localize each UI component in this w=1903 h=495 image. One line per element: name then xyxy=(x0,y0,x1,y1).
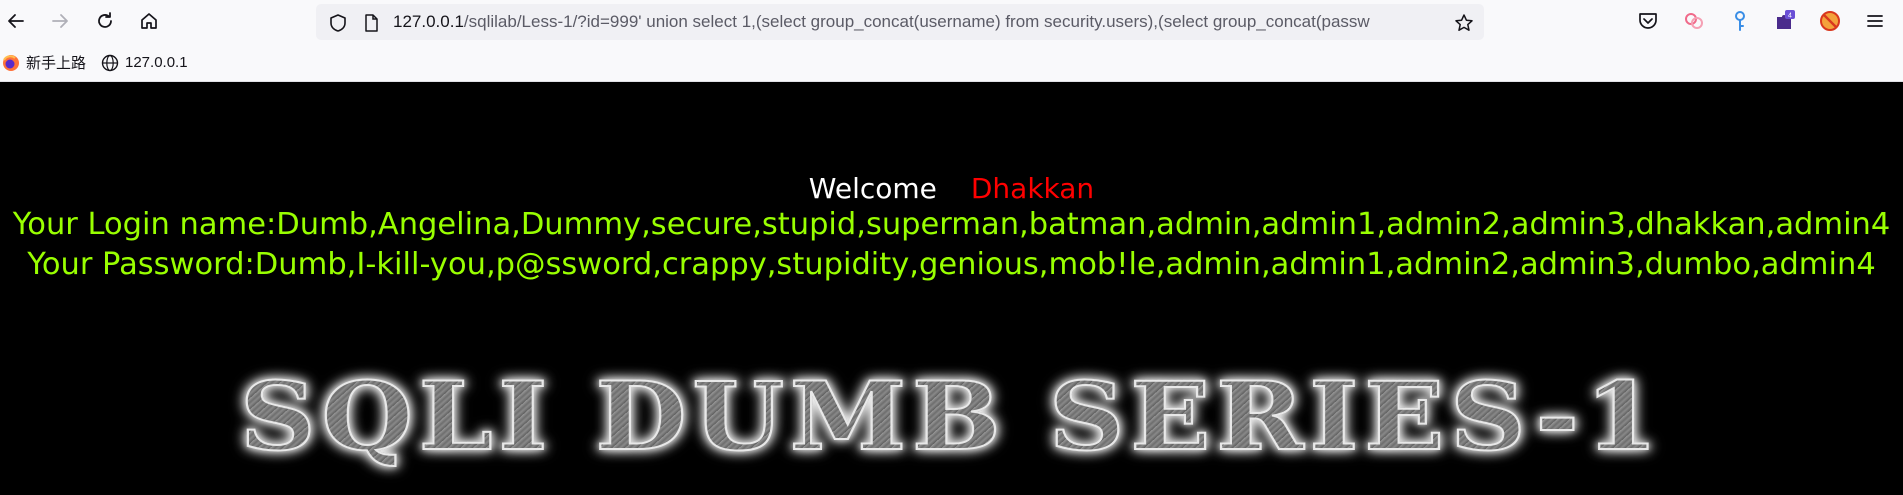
url-text[interactable]: 127.0.0.1/sqlilab/Less-1/?id=999' union … xyxy=(393,4,1433,40)
forward-arrow-icon xyxy=(52,14,68,28)
block-extension-icon[interactable] xyxy=(1819,10,1841,32)
reload-icon xyxy=(98,12,112,28)
bookmark-label: 127.0.0.1 xyxy=(125,54,188,71)
url-path: /sqlilab/Less-1/?id=999' union select 1,… xyxy=(463,12,1370,31)
home-button[interactable] xyxy=(134,6,164,36)
key-extension-icon[interactable] xyxy=(1729,10,1751,32)
welcome-text: Welcome xyxy=(808,172,937,205)
back-button[interactable] xyxy=(1,6,31,36)
bookmark-item[interactable]: 新手上路 xyxy=(2,43,86,82)
back-arrow-icon xyxy=(8,14,24,28)
url-fade xyxy=(1396,4,1436,40)
forward-button[interactable] xyxy=(45,6,75,36)
username-text: Dhakkan xyxy=(970,172,1095,205)
banner-image: SQLI DUMB SERIES-1 xyxy=(0,361,1903,473)
menu-icon[interactable] xyxy=(1864,10,1886,32)
welcome-message: Welcome Dhakkan xyxy=(0,172,1903,205)
puzzle-extension-icon[interactable]: 4 xyxy=(1774,10,1796,32)
pocket-icon[interactable] xyxy=(1637,10,1659,32)
banner-title: SQLI DUMB SERIES-1 xyxy=(238,361,1664,473)
password-result: Your Password:Dumb,I-kill-you,p@ssword,c… xyxy=(27,247,1876,282)
bookmark-star-icon[interactable] xyxy=(1454,13,1474,33)
bookmark-label: 新手上路 xyxy=(26,55,87,72)
firefox-icon xyxy=(3,54,19,71)
page-content: Welcome Dhakkan Your Login name:Dumb,Ange… xyxy=(0,82,1903,495)
reload-button[interactable] xyxy=(90,6,120,36)
globe-icon xyxy=(101,54,119,71)
url-host: 127.0.0.1 xyxy=(393,12,464,31)
page-info-icon[interactable] xyxy=(361,13,381,33)
extension-badge-count: 4 xyxy=(1788,13,1792,20)
bookmark-item[interactable]: 127.0.0.1 xyxy=(101,43,188,82)
home-icon xyxy=(141,13,157,29)
browser-toolbar: 127.0.0.1/sqlilab/Less-1/?id=999' union … xyxy=(0,0,1903,43)
extension-colorful-icon[interactable] xyxy=(1683,10,1705,32)
shield-icon[interactable] xyxy=(328,13,348,33)
bookmarks-bar: 新手上路 127.0.0.1 xyxy=(0,43,1903,82)
login-name-result: Your Login name:Dumb,Angelina,Dummy,secu… xyxy=(12,207,1891,242)
address-bar[interactable]: 127.0.0.1/sqlilab/Less-1/?id=999' union … xyxy=(316,4,1484,40)
